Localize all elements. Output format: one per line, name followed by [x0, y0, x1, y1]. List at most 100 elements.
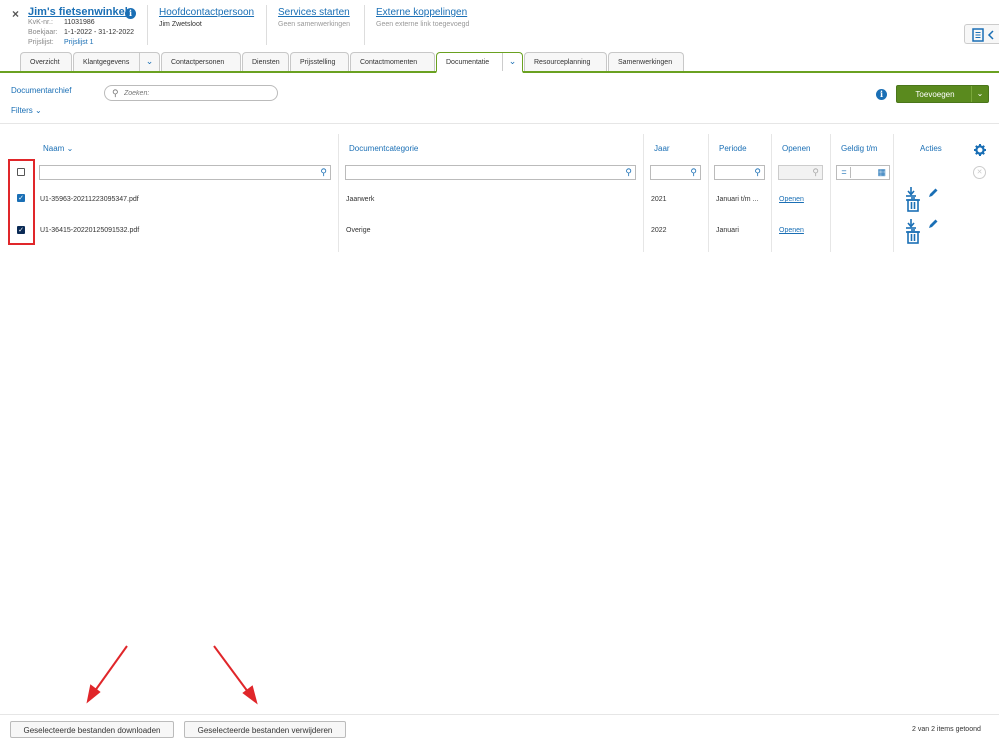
client-name-link[interactable]: Jim's fietsenwinkel	[28, 6, 128, 18]
row-category: Overige	[346, 227, 371, 234]
column-header-periode[interactable]: Periode	[719, 144, 747, 153]
main-contact-name: Jim Zwetsloot	[159, 21, 202, 28]
tab-label: Overzicht	[30, 58, 60, 66]
tab-label: Contactmomenten	[360, 58, 418, 66]
column-label: Jaar	[654, 144, 670, 153]
column-header-acties: Acties	[920, 144, 942, 153]
column-divider	[893, 134, 894, 252]
boekjaar-value: 1-1-2022 - 31-12-2022	[64, 29, 135, 36]
external-links-sub: Geen externe link toegevoegd	[376, 21, 470, 28]
header-divider	[364, 5, 365, 45]
tab-bar: Overzicht Klantgegevens ⌄ Contactpersonen…	[0, 52, 999, 73]
header-divider	[266, 5, 267, 45]
row-category: Jaarwerk	[346, 196, 375, 203]
tab-prijsstelling[interactable]: Prijsstelling	[290, 52, 349, 71]
row-filename: U1-35963-20211223095347.pdf	[40, 196, 139, 203]
tab-label: Contactpersonen	[171, 58, 225, 66]
chevron-down-icon[interactable]: ⌄	[139, 53, 159, 71]
add-button[interactable]: Toevoegen ⌄	[896, 85, 989, 103]
external-links-link[interactable]: Externe koppelingen	[376, 7, 467, 18]
info-icon[interactable]: i	[876, 89, 887, 100]
tab-label: Prijsstelling	[300, 58, 336, 66]
tab-contactpersonen[interactable]: Contactpersonen	[161, 52, 241, 71]
calendar-icon[interactable]: ▦	[877, 167, 886, 178]
close-icon[interactable]: ×	[12, 7, 19, 21]
checkbox-highlight-box	[8, 159, 35, 245]
jaar-filter-input[interactable]: ⚲	[650, 165, 701, 180]
column-label: Geldig t/m	[841, 144, 878, 153]
document-archive-label[interactable]: Documentarchief	[11, 86, 71, 95]
search-icon: ⚲	[320, 167, 327, 177]
tab-klantgegevens[interactable]: Klantgegevens ⌄	[73, 52, 160, 71]
tab-label: Diensten	[252, 58, 280, 66]
column-label: Periode	[719, 144, 747, 153]
gear-icon[interactable]	[974, 144, 986, 156]
openen-filter-input: ⚲	[778, 165, 823, 180]
categorie-filter-input[interactable]: ⚲	[345, 165, 636, 180]
main-contact-link[interactable]: Hoofdcontactpersoon	[159, 7, 254, 18]
search-list-icon[interactable]: ⚲	[625, 167, 632, 178]
prijslijst-label: Prijslijst:	[28, 39, 54, 46]
row-filename: U1-36415-20220125091532.pdf	[40, 227, 140, 234]
search-icon: ⚲	[112, 88, 119, 98]
search-box[interactable]: ⚲	[104, 85, 278, 101]
tab-diensten[interactable]: Diensten	[242, 52, 289, 71]
column-divider	[830, 134, 831, 252]
pencil-icon[interactable]	[927, 218, 939, 230]
row-year: 2021	[651, 196, 667, 203]
services-link[interactable]: Services starten	[278, 7, 350, 18]
tab-resourceplanning[interactable]: Resourceplanning	[524, 52, 607, 71]
footer-divider	[0, 714, 999, 715]
kvk-label: KvK-nr.:	[28, 19, 53, 26]
chevron-down-icon[interactable]: ⌄	[502, 53, 522, 71]
delete-selected-button[interactable]: Geselecteerde bestanden verwijderen	[184, 721, 346, 738]
row-period: Januari t/m ...	[716, 196, 759, 203]
open-link[interactable]: Openen	[779, 227, 804, 234]
tab-overzicht[interactable]: Overzicht	[20, 52, 72, 71]
tab-documentatie[interactable]: Documentatie ⌄	[436, 52, 523, 73]
side-panel-button[interactable]	[964, 24, 999, 44]
add-button-label: Toevoegen	[915, 90, 955, 99]
search-icon: ⚲	[690, 167, 697, 177]
filters-toggle[interactable]: Filters ⌄	[11, 106, 42, 115]
kvk-row: KvK-nr.: 11031986	[28, 19, 95, 26]
filters-label: Filters	[11, 106, 33, 115]
search-input[interactable]	[122, 87, 272, 99]
services-sub: Geen samenwerkingen	[278, 21, 350, 28]
column-label: Acties	[920, 144, 942, 153]
document-list-icon	[972, 28, 994, 42]
download-selected-button[interactable]: Geselecteerde bestanden downloaden	[10, 721, 174, 738]
column-label: Documentcategorie	[349, 144, 419, 153]
column-header-naam[interactable]: Naam ⌄	[43, 144, 73, 153]
divider	[0, 123, 999, 124]
row-year: 2022	[651, 227, 667, 234]
boekjaar-label: Boekjaar:	[28, 29, 58, 36]
naam-filter-input[interactable]: ⚲	[39, 165, 331, 180]
tab-label: Klantgegevens	[83, 58, 130, 66]
info-icon[interactable]: i	[125, 8, 136, 19]
column-header-categorie[interactable]: Documentcategorie	[349, 144, 418, 153]
column-header-openen[interactable]: Openen	[782, 144, 810, 153]
pencil-icon[interactable]	[927, 187, 939, 199]
clear-filters-icon[interactable]: ✕	[973, 166, 986, 179]
tab-label: Samenwerkingen	[618, 58, 673, 66]
tab-label: Resourceplanning	[534, 58, 591, 66]
tab-samenwerkingen[interactable]: Samenwerkingen	[608, 52, 684, 71]
equals-operator-icon[interactable]: =	[838, 167, 851, 178]
download-delete-icon[interactable]	[903, 218, 923, 244]
column-header-jaar[interactable]: Jaar	[654, 144, 670, 153]
open-link[interactable]: Openen	[779, 196, 804, 203]
periode-filter-input[interactable]: ⚲	[714, 165, 765, 180]
items-count: 2 van 2 items getoond	[912, 726, 981, 733]
row-period: Januari	[716, 227, 739, 234]
prijslijst-link[interactable]: Prijslijst 1	[64, 39, 94, 46]
geldig-filter-input[interactable]: = ▦	[836, 165, 890, 180]
column-label: Openen	[782, 144, 811, 153]
download-delete-icon[interactable]	[903, 186, 923, 212]
annotation-arrows	[86, 645, 258, 705]
prijslijst-row: Prijslijst: Prijslijst 1	[28, 39, 94, 46]
column-divider	[771, 134, 772, 252]
column-header-geldig[interactable]: Geldig t/m	[841, 144, 877, 153]
chevron-down-icon[interactable]: ⌄	[971, 86, 988, 102]
tab-contactmomenten[interactable]: Contactmomenten	[350, 52, 435, 71]
